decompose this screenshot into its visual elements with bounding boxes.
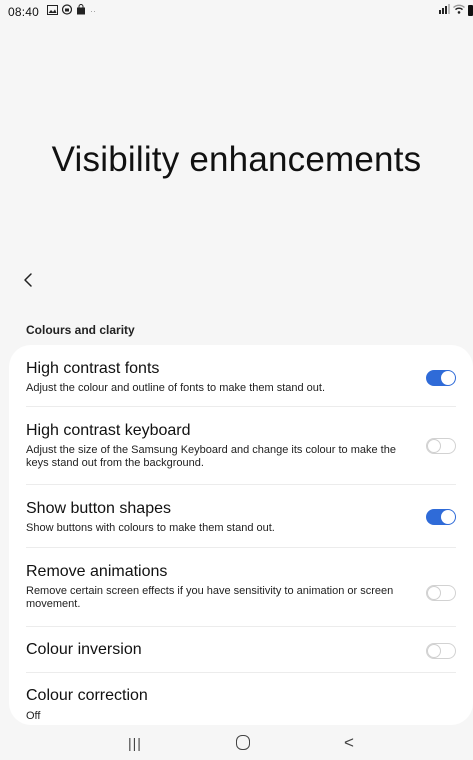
setting-description: Adjust the colour and outline of fonts t…	[26, 382, 326, 394]
home-button[interactable]	[228, 733, 258, 755]
recents-button[interactable]: |||	[120, 735, 150, 751]
nav-back-button[interactable]: <	[334, 733, 364, 753]
notification-icons: ··	[47, 4, 96, 18]
status-time: 08:40	[8, 5, 40, 19]
gallery-icon	[47, 4, 58, 18]
settings-card: High contrast fonts Adjust the colour an…	[9, 345, 473, 725]
setting-colour-inversion[interactable]: Colour inversion	[26, 627, 456, 673]
setting-title: High contrast fonts	[26, 360, 160, 377]
toggle-knob	[441, 510, 455, 524]
back-button[interactable]	[22, 268, 44, 296]
store-icon	[76, 4, 86, 18]
signal-icon	[439, 4, 450, 17]
toggle-knob	[427, 644, 441, 658]
setting-description: Show buttons with colours to make them s…	[26, 522, 275, 534]
high-contrast-keyboard-toggle[interactable]	[426, 438, 456, 454]
setting-description: Adjust the size of the Samsung Keyboard …	[26, 444, 396, 469]
setting-colour-correction[interactable]: Colour correction Off	[26, 673, 456, 725]
setting-description: Remove certain screen effects if you hav…	[26, 585, 394, 610]
toggle-knob	[427, 439, 441, 453]
setting-status: Off	[26, 710, 41, 722]
setting-show-button-shapes[interactable]: Show button shapes Show buttons with col…	[26, 485, 456, 548]
battery-icon	[468, 5, 473, 16]
toggle-knob	[427, 586, 441, 600]
page-title: Visibility enhancements	[51, 140, 422, 179]
remove-animations-toggle[interactable]	[426, 585, 456, 601]
setting-title: High contrast keyboard	[26, 422, 191, 439]
status-right-icons	[439, 4, 473, 17]
navigation-bar: ||| <	[0, 725, 473, 760]
setting-title: Remove animations	[26, 563, 168, 580]
setting-title: Show button shapes	[26, 500, 171, 517]
wifi-icon	[453, 4, 465, 17]
home-icon	[236, 735, 250, 750]
high-contrast-fonts-toggle[interactable]	[426, 370, 456, 386]
section-header: Colours and clarity	[26, 323, 135, 337]
setting-remove-animations[interactable]: Remove animations Remove certain screen …	[26, 548, 456, 627]
security-icon	[61, 4, 73, 18]
toggle-knob	[441, 371, 455, 385]
chevron-left-icon	[24, 273, 32, 287]
setting-high-contrast-keyboard[interactable]: High contrast keyboard Adjust the size o…	[26, 407, 456, 485]
show-button-shapes-toggle[interactable]	[426, 509, 456, 525]
colour-inversion-toggle[interactable]	[426, 643, 456, 659]
more-dots-icon: ··	[90, 6, 96, 16]
status-bar: 08:40 ··	[0, 0, 473, 22]
setting-high-contrast-fonts[interactable]: High contrast fonts Adjust the colour an…	[26, 345, 456, 407]
setting-title: Colour correction	[26, 687, 148, 704]
setting-title: Colour inversion	[26, 641, 142, 658]
